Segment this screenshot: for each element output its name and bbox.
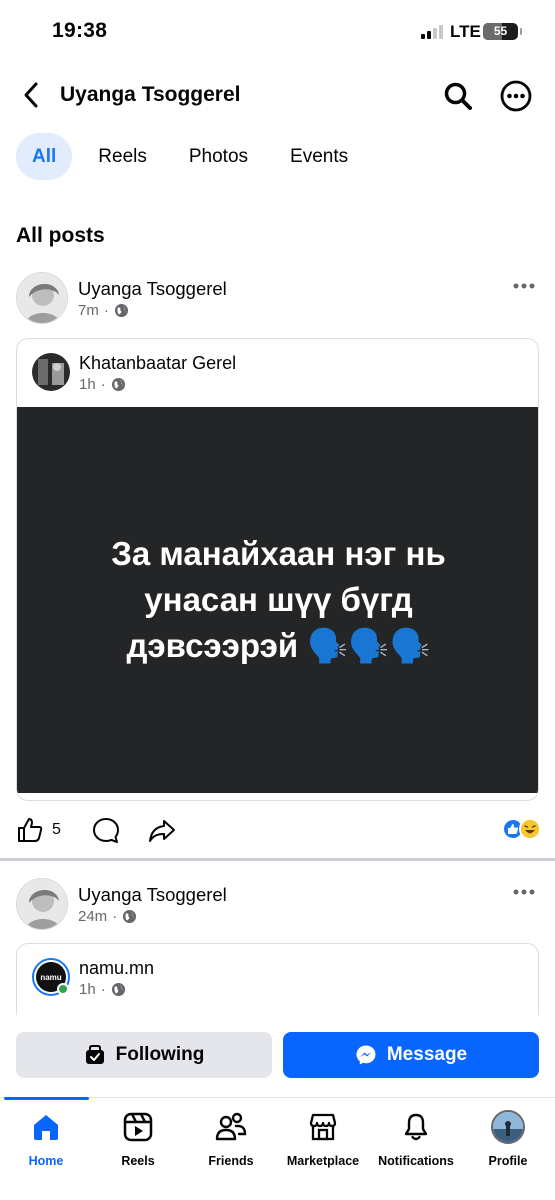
shared-avatar[interactable] [32, 353, 70, 391]
post-divider [0, 858, 555, 861]
search-icon [444, 82, 472, 110]
post-meta: 7m · [78, 302, 129, 319]
back-button[interactable] [14, 78, 48, 112]
shared-post-author[interactable]: Khatanbaatar Gerel [79, 353, 236, 374]
namu-logo: namu [32, 958, 70, 996]
shared-post-time: 1h [79, 376, 96, 393]
share-icon [149, 820, 175, 842]
avatar[interactable] [16, 272, 68, 324]
share-button[interactable] [148, 816, 176, 844]
profile-action-bar: Following Message [0, 1015, 555, 1095]
status-time: 19:38 [52, 19, 108, 42]
tab-reels[interactable]: Reels [82, 133, 163, 180]
marketplace-icon [306, 1110, 340, 1144]
nav-label: Notifications [378, 1154, 454, 1168]
nav-profile[interactable]: Profile [462, 1110, 554, 1168]
comment-button[interactable] [92, 816, 120, 844]
avatar[interactable] [16, 878, 68, 930]
like-count: 5 [52, 821, 61, 838]
thumbs-up-icon [508, 824, 519, 834]
haha-reaction-icon [519, 818, 541, 840]
meta-separator: · [103, 302, 109, 319]
shared-post-meta: 1h · [79, 376, 126, 393]
shared-post-time: 1h [79, 981, 96, 998]
nav-home[interactable]: Home [0, 1110, 92, 1168]
globe-icon [123, 909, 137, 924]
chevron-left-icon [24, 82, 38, 108]
post-meta: 24m · [78, 908, 137, 925]
active-tab-indicator [4, 1097, 89, 1100]
globe-icon [111, 377, 125, 392]
like-icon [18, 818, 43, 842]
shared-avatar[interactable]: namu [32, 958, 70, 996]
nav-label: Reels [121, 1154, 155, 1168]
nav-marketplace[interactable]: Marketplace [277, 1110, 369, 1168]
post-author[interactable]: Uyanga Tsoggerel [78, 278, 227, 300]
more-horizontal-icon [500, 80, 532, 112]
search-button[interactable] [440, 78, 476, 114]
nav-label: Profile [488, 1154, 528, 1168]
ellipsis-icon [513, 889, 535, 895]
shared-post-author[interactable]: namu.mn [79, 958, 154, 979]
meta-separator: · [112, 908, 118, 925]
meta-separator: · [100, 376, 106, 393]
following-label: Following [115, 1044, 205, 1065]
profile-header: Uyanga Tsoggerel [0, 70, 555, 122]
laughing-face-icon [521, 820, 539, 838]
tab-events[interactable]: Events [274, 133, 364, 180]
signal-icon [421, 24, 443, 39]
network-label: LTE [450, 22, 481, 41]
text-post-background: За манайхаан нэг нь унасан шүү бүгд дэвс… [17, 407, 538, 793]
shared-post-card[interactable]: Khatanbaatar Gerel 1h · За манайхаан нэг … [16, 338, 539, 801]
post-time: 7m [78, 302, 99, 319]
bell-icon [399, 1110, 433, 1144]
nav-notifications[interactable]: Notifications [370, 1110, 462, 1168]
globe-icon [111, 982, 125, 997]
post-text: За манайхаан нэг нь унасан шүү бүгд дэвс… [111, 535, 446, 664]
profile-avatar [491, 1110, 525, 1144]
message-button[interactable]: Message [283, 1032, 539, 1078]
globe-icon [114, 303, 128, 318]
avatar-image [17, 879, 67, 929]
profile-avatar-image [491, 1110, 525, 1144]
following-button[interactable]: Following [16, 1032, 272, 1078]
page-title: Uyanga Tsoggerel [60, 83, 241, 106]
avatar-image [17, 273, 67, 323]
like-button[interactable]: 5 [16, 816, 61, 844]
comment-icon [93, 818, 119, 843]
status-bar: 19:38 LTE 55 [0, 0, 555, 62]
more-options-button[interactable] [498, 78, 534, 114]
tab-photos[interactable]: Photos [173, 133, 264, 180]
meta-separator: · [100, 981, 106, 998]
namu-logo-text: namu [40, 973, 61, 982]
friends-icon [214, 1110, 248, 1144]
following-icon [85, 1045, 104, 1064]
battery-icon: 55 [483, 23, 522, 40]
ellipsis-icon [513, 283, 535, 289]
nav-label: Marketplace [286, 1154, 360, 1168]
messenger-icon [356, 1045, 376, 1065]
tab-all[interactable]: All [16, 133, 73, 180]
nav-label: Home [28, 1154, 64, 1168]
post-more-button[interactable] [509, 276, 539, 296]
post-time: 24m [78, 908, 108, 925]
profile-tabs: All Reels Photos Events [16, 133, 374, 180]
battery-percent: 55 [493, 24, 508, 38]
post-actions: 5 [0, 806, 555, 856]
post-more-button[interactable] [509, 882, 539, 902]
post-author[interactable]: Uyanga Tsoggerel [78, 884, 227, 906]
reels-icon [121, 1110, 155, 1144]
section-title: All posts [16, 224, 105, 247]
message-label: Message [386, 1044, 468, 1065]
avatar-image [32, 353, 70, 391]
nav-label: Friends [208, 1154, 254, 1168]
shared-post-meta: 1h · [79, 981, 126, 998]
bottom-navigation: Home Reels Friends Marketplace Notificat… [0, 1097, 555, 1200]
nav-reels[interactable]: Reels [92, 1110, 184, 1168]
post-header: Uyanga Tsoggerel 7m · [0, 270, 555, 330]
reaction-summary[interactable] [502, 818, 541, 840]
home-icon [29, 1110, 63, 1144]
post-header: Uyanga Tsoggerel 24m · [0, 876, 555, 936]
nav-friends[interactable]: Friends [185, 1110, 277, 1168]
